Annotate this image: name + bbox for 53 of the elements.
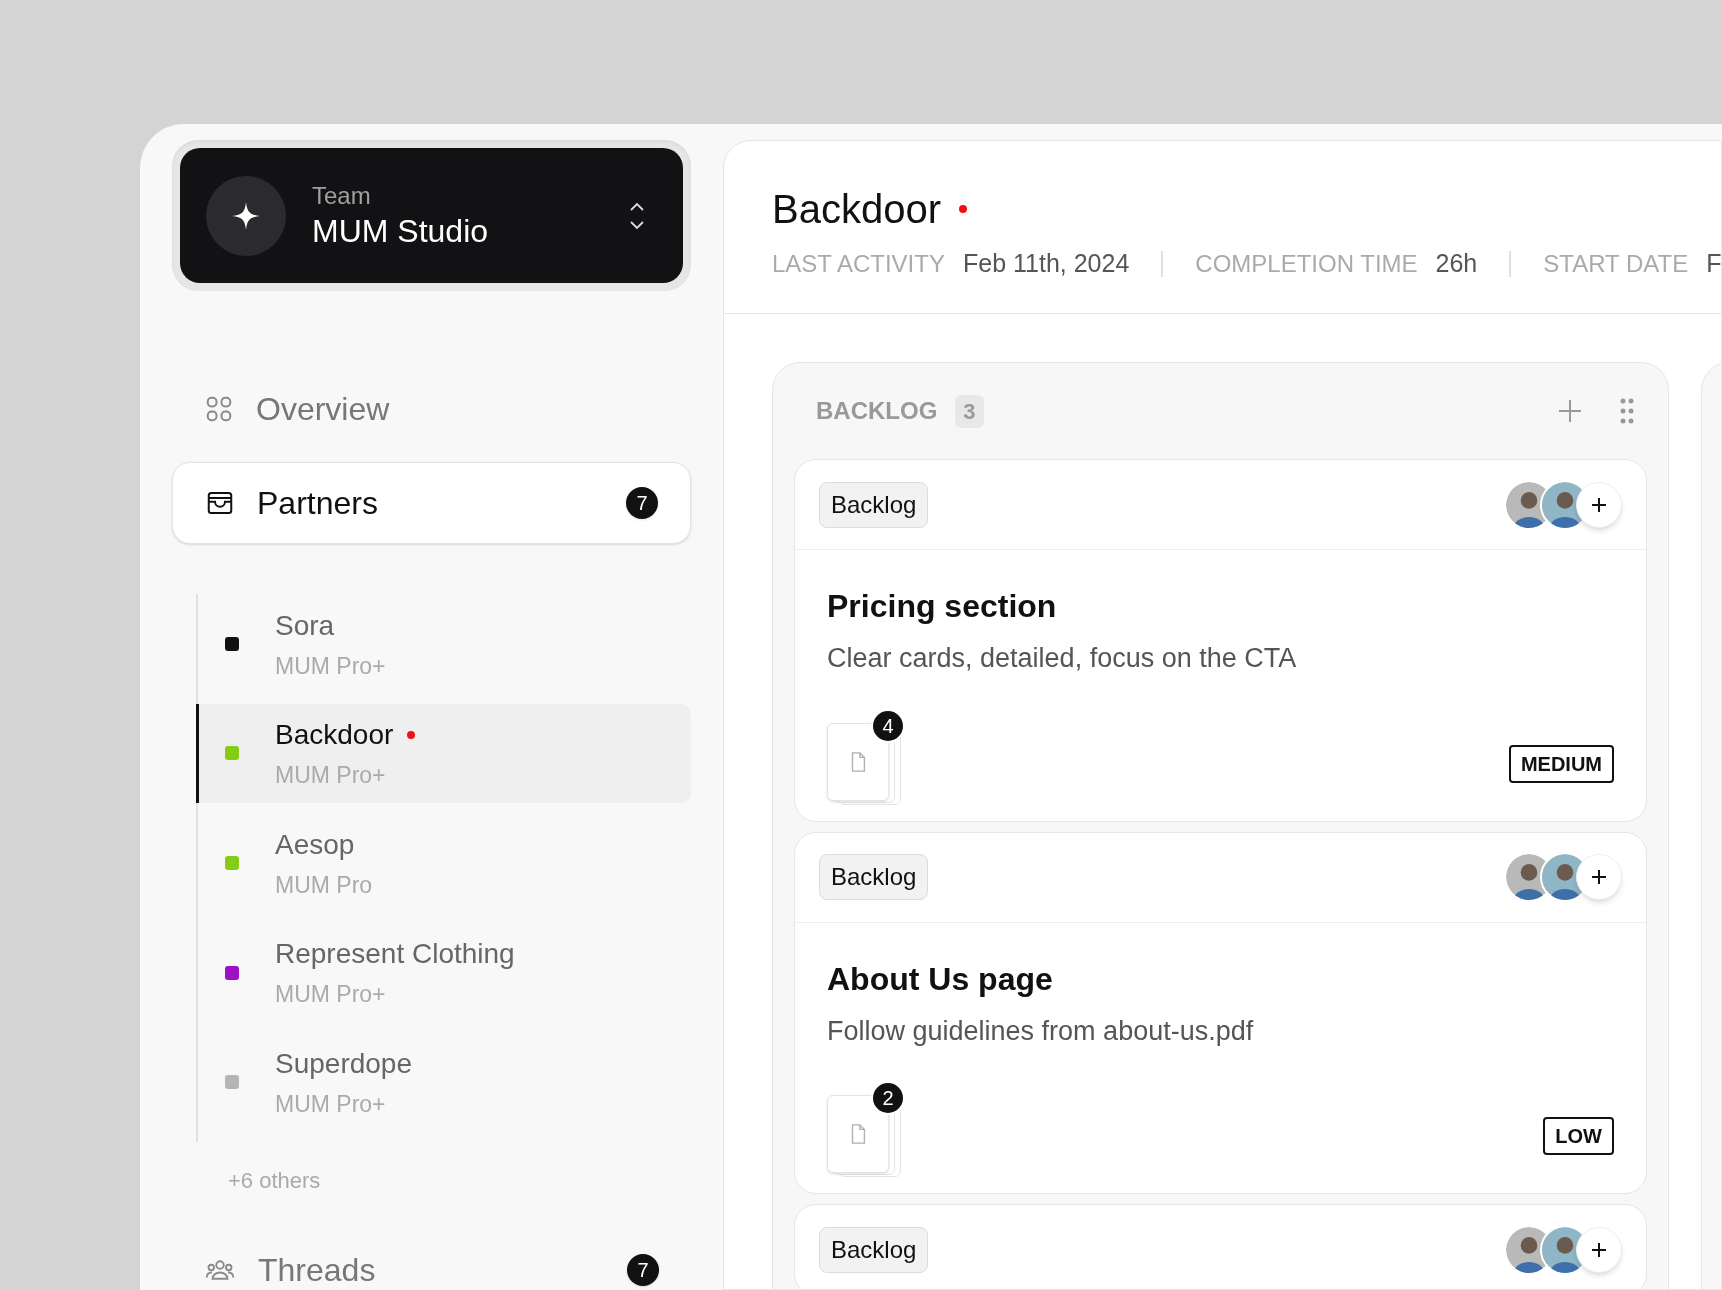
- meta-label: LAST ACTIVITY: [772, 249, 945, 279]
- plus-icon[interactable]: [1557, 398, 1583, 424]
- task-card[interactable]: Backlog: [794, 1204, 1647, 1289]
- nav-item[interactable]: Overview: [172, 386, 691, 432]
- add-member-button[interactable]: [1576, 481, 1622, 528]
- card-description: Clear cards, detailed, focus on the CTA: [827, 642, 1298, 675]
- partner-name: Aesop: [275, 827, 355, 862]
- team-label: Team: [312, 180, 372, 211]
- attachment-count: 4: [871, 708, 905, 743]
- column-title: BACKLOG: [816, 396, 938, 426]
- status-tag: Backlog: [819, 854, 929, 900]
- partner-plan: MUM Pro+: [275, 980, 387, 1010]
- card-title: About Us page: [827, 959, 1054, 999]
- plus-icon: [1589, 867, 1609, 887]
- project-title: Backdoor: [772, 186, 941, 233]
- task-card[interactable]: Backlog About Us page Follow guidelines from about-us.pdf 2 LOW: [794, 831, 1647, 1194]
- meta-label: COMPLETION TIME: [1195, 249, 1418, 279]
- partner-plan: MUM Pro+: [275, 1089, 387, 1119]
- nav-item[interactable]: Threads 7: [172, 1247, 691, 1290]
- add-member-button[interactable]: [1576, 854, 1622, 900]
- partner-item[interactable]: Backdoor MUM Pro+: [196, 703, 691, 804]
- meta-value: Feb 11th, 2024: [962, 248, 1130, 280]
- partner-name: Represent Clothing: [275, 937, 515, 972]
- partner-item[interactable]: Represent Clothing MUM Pro+: [198, 922, 691, 1023]
- priority-label: MEDIUM: [1508, 744, 1614, 783]
- attachment-count: 2: [871, 1081, 905, 1115]
- add-member-button[interactable]: [1576, 1226, 1622, 1273]
- status-tag: Backlog: [819, 1226, 929, 1273]
- partner-name: Sora: [275, 608, 335, 643]
- partner-plan: MUM Pro+: [275, 761, 387, 791]
- team-name: MUM Studio: [312, 211, 490, 251]
- partner-name: Superdope: [275, 1046, 412, 1081]
- partner-name: Backdoor: [275, 718, 394, 753]
- partner-item[interactable]: Sora MUM Pro+: [198, 594, 691, 694]
- meta-label: START DATE: [1543, 249, 1689, 279]
- column-count: 3: [955, 394, 984, 428]
- task-card[interactable]: Backlog Pricing section Clear cards, detailed, focus on the CTA 4 MEDIUM: [794, 459, 1647, 822]
- count-badge: 7: [626, 487, 658, 519]
- count-badge: 7: [627, 1254, 659, 1286]
- partner-item[interactable]: Superdope MUM Pro+: [198, 1032, 691, 1132]
- card-title: Pricing section: [827, 587, 1058, 626]
- grid-icon: [204, 394, 234, 424]
- nav-item[interactable]: Partners 7: [172, 462, 691, 544]
- meta-value: 26h: [1435, 248, 1478, 280]
- status-tag: Backlog: [819, 481, 929, 528]
- partner-item[interactable]: Aesop MUM Pro: [198, 813, 691, 913]
- drag-handle-icon[interactable]: [1619, 397, 1635, 425]
- priority-label: LOW: [1543, 1117, 1614, 1155]
- partner-plan: MUM Pro+: [275, 651, 386, 681]
- team-switcher[interactable]: Team MUM Studio: [180, 148, 683, 283]
- partner-plan: MUM Pro: [275, 870, 373, 900]
- card-description: Follow guidelines from about-us.pdf: [827, 1014, 1255, 1048]
- meta-value: F: [1706, 248, 1721, 280]
